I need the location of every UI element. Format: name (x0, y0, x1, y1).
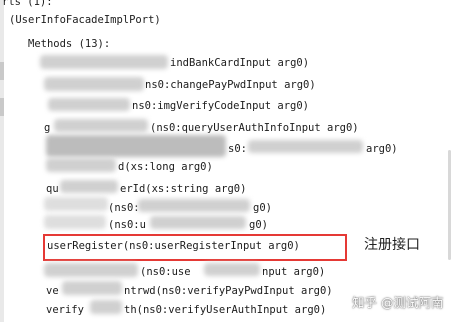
method-line[interactable]: ns0:changePayPwdInput arg0) (145, 78, 316, 92)
left-edge-mark (0, 62, 4, 80)
redacted-region (60, 180, 118, 193)
redacted-region (150, 216, 246, 229)
register-annotation-label: 注册接口 (364, 237, 420, 253)
scrollbar[interactable] (448, 150, 451, 260)
method-line-tail: g0) (249, 219, 268, 231)
redacted-region (90, 300, 122, 314)
redacted-region (48, 98, 130, 111)
method-line[interactable]: th(ns0:verifyUserAuthInput arg0) (124, 303, 326, 317)
redacted-region (54, 119, 148, 132)
method-line[interactable]: indBankCardInput arg0) (170, 56, 309, 70)
method-prefix: qu (46, 183, 59, 195)
redacted-region (40, 55, 168, 69)
port-name: (UserInfoFacadeImplPort) (9, 14, 161, 26)
soap-method-list-window: rts (1): (UserInfoFacadeImplPort) Method… (0, 0, 457, 322)
watermark-text: 知乎 @测试阿南 (352, 295, 444, 310)
method-line[interactable]: (ns0:use (140, 265, 191, 279)
method-line[interactable]: ns0:imgVerifyCodeInput arg0) (132, 99, 309, 113)
redacted-region (44, 215, 106, 229)
method-line[interactable]: d(xs:long arg0) (118, 160, 213, 174)
redacted-region (44, 197, 108, 211)
method-line-tail: nput arg0) (262, 266, 326, 278)
method-line[interactable]: (ns0:u (108, 218, 146, 232)
method-prefix: verify (46, 304, 84, 316)
redacted-region (204, 263, 260, 276)
left-edge-mark (0, 98, 4, 116)
method-line-tail: arg0) (366, 143, 398, 155)
method-line[interactable]: s0: (228, 142, 247, 156)
highlight-box (43, 234, 347, 261)
method-line[interactable]: (ns0:queryUserAuthInfoInput arg0) (150, 121, 359, 135)
redacted-region (44, 263, 138, 277)
method-line-tail: g0) (253, 202, 272, 214)
redacted-region (138, 199, 250, 212)
redacted-region (46, 158, 116, 172)
redacted-region (62, 281, 122, 295)
method-prefix: ve (46, 285, 59, 297)
method-line[interactable]: erId(xs:string arg0) (120, 182, 246, 196)
zhihu-watermark: 知乎 @测试阿南 (352, 292, 443, 311)
redacted-region (248, 140, 363, 153)
left-window-edge (0, 0, 4, 322)
methods-header: Methods (13): (28, 38, 111, 50)
ports-header: rts (1): (2, 0, 53, 8)
redacted-region (46, 135, 226, 157)
redacted-region (44, 77, 144, 91)
method-line[interactable]: (ns0: (108, 201, 140, 215)
method-line[interactable]: ntrwd(ns0:verifyPayPwdInput arg0) (124, 284, 333, 298)
method-prefix: g (44, 122, 51, 134)
